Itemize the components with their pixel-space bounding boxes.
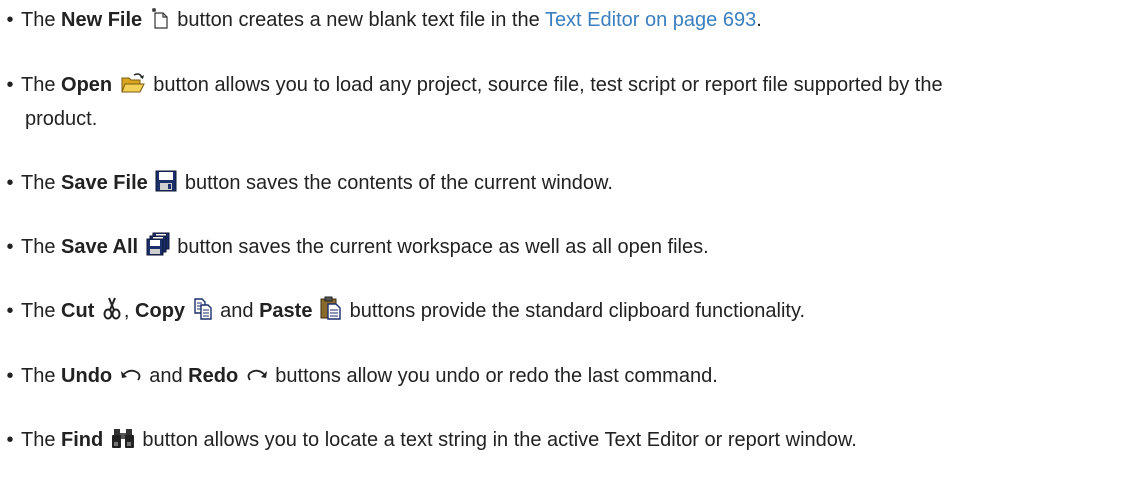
- save-all-label: Save All: [61, 236, 139, 258]
- item-text: .: [756, 9, 762, 31]
- open-label: Open: [61, 74, 113, 96]
- item-text: and: [214, 300, 260, 322]
- item-text: The: [21, 9, 62, 31]
- paste-icon: [320, 296, 342, 320]
- item-text-continued: product.: [25, 108, 98, 130]
- item-text: button creates a new blank text file in …: [171, 9, 545, 31]
- item-text: button allows you to locate a text strin…: [136, 429, 857, 451]
- find-label: Find: [61, 429, 104, 451]
- bullet: •: [6, 429, 14, 451]
- item-text: button allows you to load any project, s…: [147, 74, 943, 96]
- item-text: buttons provide the standard clipboard f…: [344, 300, 806, 322]
- item-text: The: [21, 300, 62, 322]
- list-item-new-file: • The New File button creates a new blank…: [4, 3, 1116, 38]
- item-text: The: [21, 365, 62, 387]
- redo-label: Redo: [188, 365, 239, 387]
- item-text: button saves the contents of the current…: [179, 172, 613, 194]
- item-text: The: [21, 172, 62, 194]
- redo-icon: [246, 367, 268, 385]
- item-text: and: [143, 365, 189, 387]
- text-editor-link[interactable]: Text Editor on page 693: [545, 9, 756, 31]
- bullet: •: [6, 9, 14, 31]
- binoculars-icon: [111, 427, 135, 449]
- undo-icon: [120, 367, 142, 385]
- item-text: buttons allow you undo or redo the last …: [269, 365, 718, 387]
- item-text: The: [21, 429, 62, 451]
- copy-label: Copy: [135, 300, 186, 322]
- bullet: •: [6, 300, 14, 322]
- new-file-icon: [150, 7, 170, 29]
- floppy-disk-icon: [155, 170, 177, 192]
- bullet: •: [6, 172, 14, 194]
- document-body: • The New File button creates a new blank…: [0, 0, 1130, 491]
- list-item-open: • The Open button allows you to load any …: [4, 68, 1116, 137]
- item-text: The: [21, 74, 62, 96]
- cut-label: Cut: [61, 300, 95, 322]
- item-text: ,: [123, 300, 136, 322]
- undo-label: Undo: [61, 365, 113, 387]
- item-text: The: [21, 236, 62, 258]
- copy-icon: [193, 298, 213, 320]
- new-file-label: New File: [61, 9, 143, 31]
- paste-label: Paste: [259, 300, 313, 322]
- list-item-find: • The Find button allows you to locate a …: [4, 423, 1116, 458]
- list-item-save-file: • The Save File button saves the contents…: [4, 166, 1116, 201]
- bullet: •: [6, 236, 14, 258]
- save-file-label: Save File: [61, 172, 148, 194]
- list-item-clipboard: • The Cut , Copy and Paste buttons provi…: [4, 294, 1116, 329]
- item-text: button saves the current workspace as we…: [171, 236, 709, 258]
- list-item-undo-redo: • The Undo and Redo buttons allow you und…: [4, 359, 1116, 394]
- bullet: •: [6, 74, 14, 96]
- bullet: •: [6, 365, 14, 387]
- open-folder-icon: [120, 72, 146, 94]
- save-all-icon: [146, 232, 170, 256]
- scissors-icon: [102, 296, 122, 320]
- list-item-save-all: • The Save All button saves the current w…: [4, 230, 1116, 265]
